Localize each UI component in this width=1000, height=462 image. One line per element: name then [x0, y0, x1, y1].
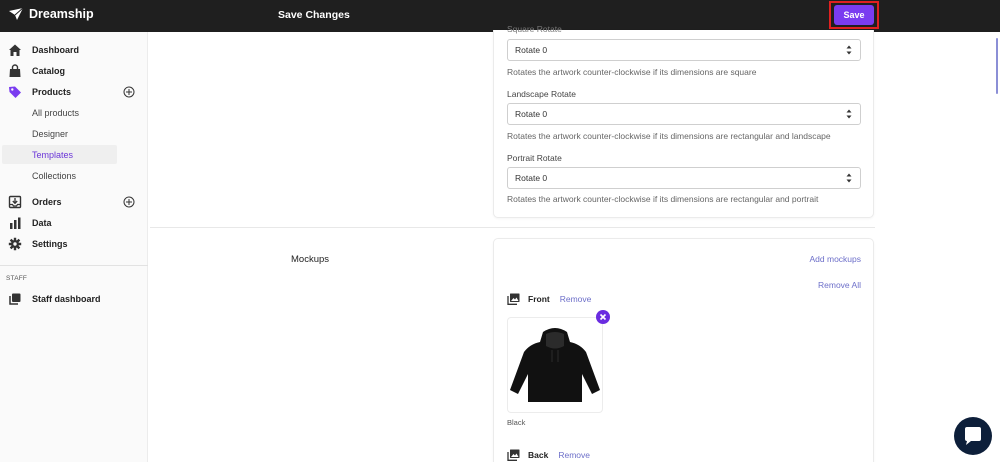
sidebar-item-label: Orders	[32, 197, 62, 207]
mockup-view-back: Back Remove	[507, 449, 590, 461]
select-arrows-icon	[846, 173, 852, 183]
sidebar-item-dashboard[interactable]: Dashboard	[0, 40, 148, 60]
mockup-thumbnail-caption: Black	[507, 418, 526, 427]
page-scrollbar[interactable]	[996, 38, 998, 94]
sidebar-item-label: Data	[32, 218, 52, 228]
section-divider	[150, 227, 875, 228]
sidebar-subitem-label: Collections	[32, 170, 77, 181]
save-button[interactable]: Save	[834, 5, 874, 25]
save-button-highlight: Save	[829, 1, 879, 29]
tag-icon	[9, 86, 21, 98]
mockup-thumbnail[interactable]	[507, 317, 603, 413]
rotate-settings-card: Square Rotate Rotate 0 Rotates the artwo…	[493, 24, 874, 218]
gear-icon	[8, 237, 22, 251]
square-rotate-help: Rotates the artwork counter-clockwise if…	[507, 67, 757, 77]
square-rotate-select[interactable]: Rotate 0	[507, 39, 861, 61]
add-order-icon[interactable]	[123, 196, 135, 208]
save-changes-title: Save Changes	[278, 9, 350, 21]
landscape-rotate-help: Rotates the artwork counter-clockwise if…	[507, 131, 831, 141]
chat-icon	[965, 427, 981, 445]
sidebar-item-data[interactable]: Data	[0, 213, 148, 233]
portrait-rotate-value: Rotate 0	[515, 173, 548, 183]
chat-button[interactable]	[954, 417, 992, 455]
sidebar-subitem-templates[interactable]: Templates	[2, 145, 117, 164]
remove-all-link[interactable]: Remove All	[818, 280, 861, 290]
landscape-rotate-select[interactable]: Rotate 0	[507, 103, 861, 125]
sidebar-item-label: Staff dashboard	[32, 294, 101, 304]
mockups-section-title: Mockups	[291, 254, 330, 265]
select-arrows-icon	[846, 45, 852, 55]
dreamship-logo-icon	[9, 7, 24, 20]
remove-back-link[interactable]: Remove	[558, 450, 590, 460]
sidebar-subitem-label: Templates	[32, 149, 74, 160]
mockups-card: Add mockups Remove All Front Remove Blac…	[493, 238, 874, 462]
top-bar: Dreamship Save Changes Save	[0, 0, 1000, 32]
app-name: Dreamship	[29, 7, 94, 21]
sidebar-item-catalog[interactable]: Catalog	[0, 61, 148, 81]
add-product-icon[interactable]	[123, 86, 135, 98]
sidebar-item-orders[interactable]: Orders	[0, 192, 148, 212]
sidebar-item-label: Dashboard	[32, 45, 80, 55]
dreamship-logo[interactable]: Dreamship	[8, 7, 94, 21]
sidebar-item-products[interactable]: Products	[0, 82, 148, 102]
portrait-rotate-help: Rotates the artwork counter-clockwise if…	[507, 194, 819, 204]
inbox-icon	[8, 195, 22, 209]
select-arrows-icon	[846, 109, 852, 119]
home-icon	[9, 44, 21, 56]
portrait-rotate-select[interactable]: Rotate 0	[507, 167, 861, 189]
image-gallery-icon	[507, 293, 520, 305]
add-mockups-link[interactable]: Add mockups	[810, 254, 862, 264]
sidebar-item-label: Settings	[32, 239, 68, 249]
sidebar-subitem-label: All products	[32, 107, 80, 118]
staff-section-label: STAFF	[6, 275, 28, 282]
sidebar-subitem-collections[interactable]: Collections	[2, 166, 117, 185]
mockup-view-name: Back	[528, 450, 549, 460]
sidebar: Dashboard Catalog Products All products …	[0, 32, 148, 462]
hoodie-image	[510, 328, 600, 402]
remove-mockup-icon[interactable]	[596, 310, 610, 324]
mockup-view-name: Front	[528, 294, 550, 304]
mockup-view-front: Front Remove	[507, 293, 591, 305]
landscape-rotate-value: Rotate 0	[515, 109, 548, 119]
bag-icon	[9, 64, 21, 77]
sidebar-divider	[0, 265, 148, 266]
sidebar-item-label: Products	[32, 87, 72, 97]
sidebar-item-settings[interactable]: Settings	[0, 234, 148, 254]
sidebar-subitem-all-products[interactable]: All products	[2, 103, 117, 122]
sidebar-item-label: Catalog	[32, 66, 66, 76]
stack-icon	[9, 293, 21, 305]
bar-chart-icon	[10, 217, 21, 229]
portrait-rotate-label: Portrait Rotate	[507, 153, 562, 163]
sidebar-subitem-label: Designer	[32, 128, 69, 139]
square-rotate-label: Square Rotate	[507, 24, 562, 34]
image-gallery-icon	[507, 449, 520, 461]
landscape-rotate-label: Landscape Rotate	[507, 89, 576, 99]
sidebar-subitem-designer[interactable]: Designer	[2, 124, 117, 143]
sidebar-item-staff-dashboard[interactable]: Staff dashboard	[0, 289, 148, 309]
remove-front-link[interactable]: Remove	[560, 294, 592, 304]
square-rotate-value: Rotate 0	[515, 45, 548, 55]
